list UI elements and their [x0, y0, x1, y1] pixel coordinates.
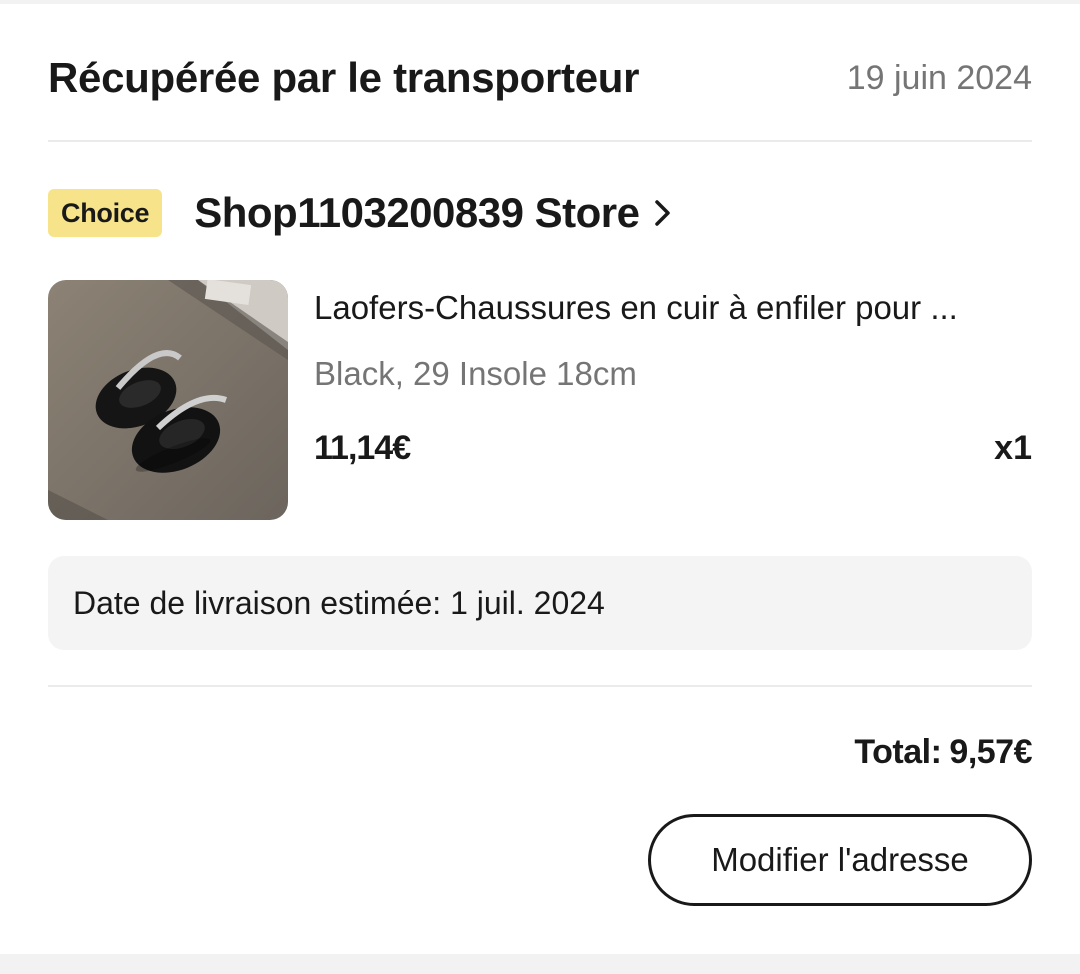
store-name: Shop1103200839 Store	[194, 189, 640, 236]
total-label: Total:	[854, 732, 942, 771]
chevron-right-icon	[652, 196, 674, 230]
estimated-delivery-text: Date de livraison estimée: 1 juil. 2024	[73, 584, 605, 621]
estimated-delivery-box: Date de livraison estimée: 1 juil. 2024	[48, 556, 1032, 650]
order-card: Récupérée par le transporteur 19 juin 20…	[0, 4, 1080, 954]
product-variant: Black, 29 Insole 18cm	[314, 355, 637, 392]
order-status-date: 19 juin 2024	[846, 58, 1032, 97]
product-title[interactable]: Laofers-Chaussures en cuir à enfiler pou…	[314, 284, 1032, 332]
store-link[interactable]: Choice Shop1103200839 Store	[48, 185, 674, 241]
order-status-row: Récupérée par le transporteur 19 juin 20…	[48, 48, 1032, 108]
product-quantity: x1	[994, 429, 1032, 467]
choice-badge: Choice	[48, 189, 163, 237]
product-price: 11,14€	[314, 429, 411, 467]
divider	[48, 685, 1032, 687]
modify-address-button[interactable]: Modifier l'adresse	[648, 814, 1032, 906]
order-total: Total: 9,57€	[854, 726, 1032, 778]
order-status-title: Récupérée par le transporteur	[48, 54, 640, 101]
product-image[interactable]	[48, 280, 288, 520]
total-value: 9,57€	[949, 732, 1032, 771]
divider	[48, 140, 1032, 142]
